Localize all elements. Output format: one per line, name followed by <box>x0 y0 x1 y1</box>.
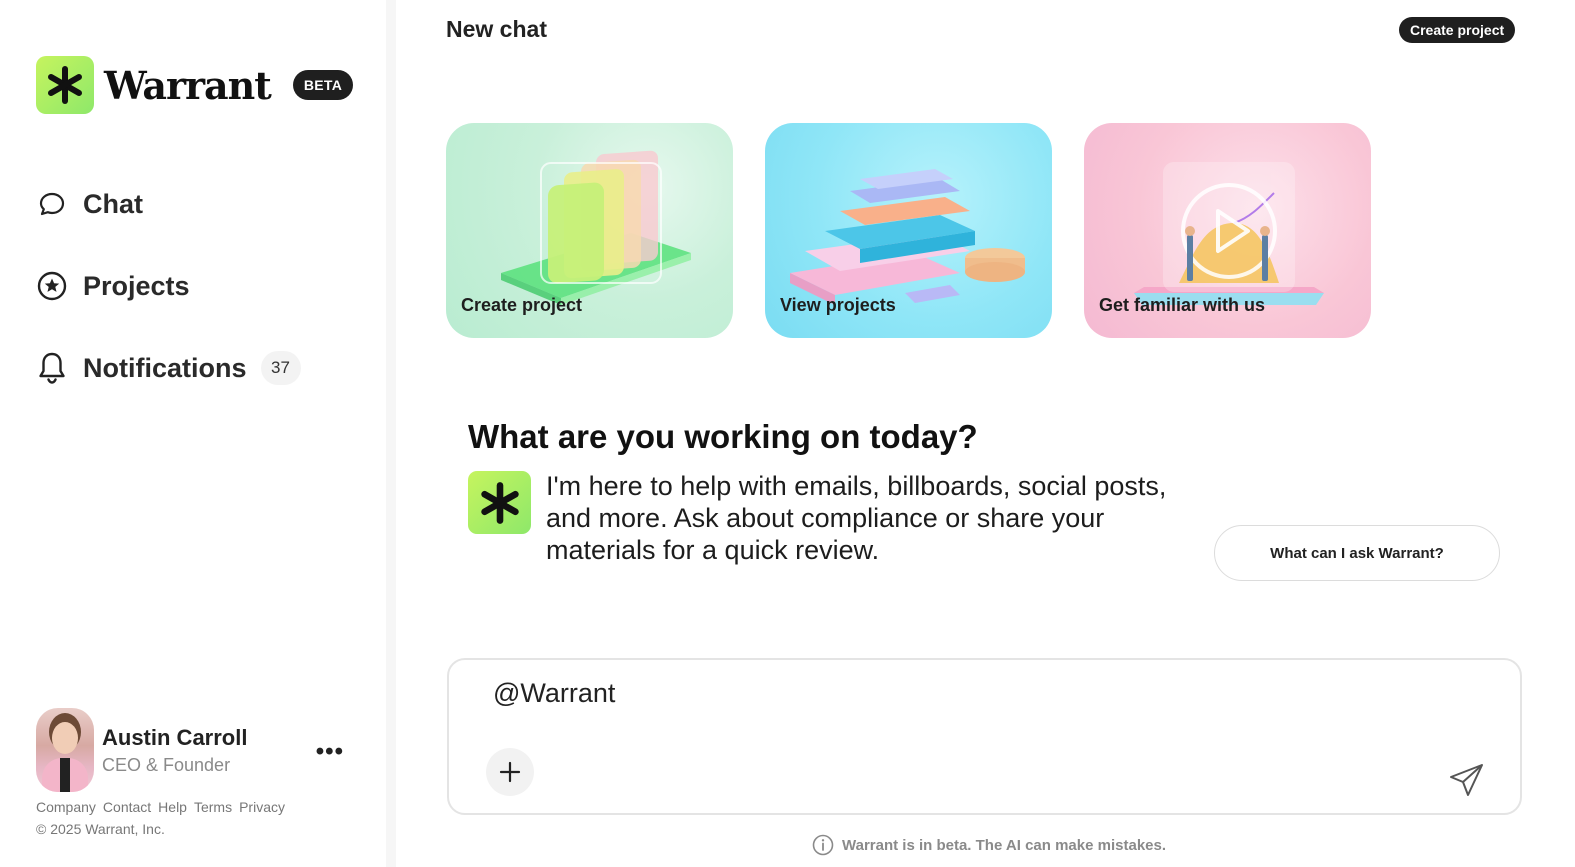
footer-link-contact[interactable]: Contact <box>103 799 151 815</box>
card-label: View projects <box>780 295 896 315</box>
user-info: Austin Carroll CEO & Founder <box>102 725 247 776</box>
beta-disclaimer: Warrant is in beta. The AI can make mist… <box>812 834 1166 856</box>
info-icon <box>812 834 834 856</box>
paper-plane-icon <box>1450 764 1483 796</box>
add-attachment-button[interactable] <box>486 748 534 796</box>
warrant-logo-icon <box>36 56 94 114</box>
more-options-icon[interactable]: ••• <box>316 738 344 766</box>
sidebar-item-label: Notifications <box>83 352 247 383</box>
footer-link-terms[interactable]: Terms <box>194 799 232 815</box>
plus-icon <box>499 761 521 783</box>
disclaimer-text: Warrant is in beta. The AI can make mist… <box>842 836 1167 854</box>
star-circle-icon <box>36 270 68 302</box>
assistant-message: I'm here to help with emails, billboards… <box>546 471 1167 565</box>
assistant-avatar-icon <box>468 471 531 534</box>
card-label: Get familiar with us <box>1099 295 1266 315</box>
sidebar-item-notifications[interactable]: Notifications 37 <box>36 346 301 390</box>
user-role: CEO & Founder <box>102 754 231 775</box>
app-window: Warrant BETA Chat Projects Notifications… <box>0 0 1575 867</box>
view-projects-card[interactable]: View projects <box>765 123 1052 338</box>
user-name: Austin Carroll <box>102 724 248 750</box>
sidebar-item-projects[interactable]: Projects <box>36 264 301 308</box>
create-project-button[interactable]: Create project <box>1399 17 1516 43</box>
footer-link-help[interactable]: Help <box>158 799 187 815</box>
chat-composer <box>447 658 1522 815</box>
footer-link-privacy[interactable]: Privacy <box>239 799 285 815</box>
what-can-i-ask-button[interactable]: What can I ask Warrant? <box>1214 525 1500 581</box>
bell-icon <box>36 352 68 384</box>
sidebar: Warrant BETA Chat Projects Notifications… <box>0 0 386 867</box>
footer-link-company[interactable]: Company <box>36 799 96 815</box>
sidebar-nav: Chat Projects Notifications 37 <box>36 182 301 428</box>
create-project-card[interactable]: Create project <box>446 123 733 338</box>
prompt-heading: What are you working on today? <box>468 418 978 455</box>
get-familiar-card[interactable]: Get familiar with us <box>1084 123 1371 338</box>
avatar <box>36 708 94 792</box>
footer-links: Company Contact Help Terms Privacy <box>36 799 285 815</box>
page-title: New chat <box>446 16 547 42</box>
notification-count-badge: 37 <box>260 351 301 385</box>
chat-bubble-icon <box>36 188 68 220</box>
brand-name: Warrant <box>104 62 272 108</box>
send-button[interactable] <box>1448 761 1486 799</box>
chat-input[interactable] <box>493 678 1393 709</box>
beta-badge: BETA <box>292 70 354 100</box>
sidebar-item-chat[interactable]: Chat <box>36 182 301 226</box>
sidebar-divider <box>386 0 396 867</box>
card-label: Create project <box>461 295 583 315</box>
user-profile[interactable]: Austin Carroll CEO & Founder ••• <box>36 708 352 792</box>
copyright: © 2025 Warrant, Inc. <box>36 821 165 837</box>
brand[interactable]: Warrant BETA <box>36 56 354 114</box>
sidebar-item-label: Projects <box>83 270 190 301</box>
sidebar-item-label: Chat <box>83 188 143 219</box>
